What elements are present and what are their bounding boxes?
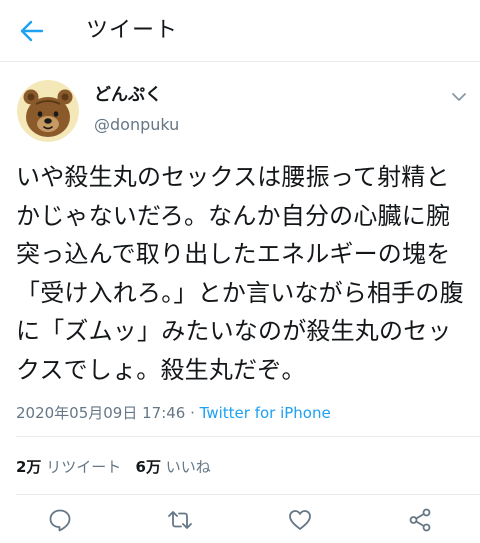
retweet-button[interactable] — [167, 507, 193, 533]
action-bar — [0, 500, 480, 540]
user-handle[interactable]: @donpuku — [94, 114, 179, 136]
avatar[interactable] — [17, 80, 79, 142]
share-icon — [409, 508, 431, 532]
like-icon — [289, 510, 311, 530]
tweet-timestamp[interactable]: 2020年05月09日 17:46 — [16, 404, 185, 422]
retweets-label: リツイート — [46, 458, 122, 476]
likes-count: 6万 — [135, 458, 161, 476]
tweet-stats: 2万 リツイート 6万 いいね — [16, 456, 211, 478]
likes-stat[interactable]: 6万 いいね — [136, 458, 211, 476]
bear-avatar — [17, 80, 79, 142]
tweet-meta: 2020年05月09日 17:46 · Twitter for iPhone — [16, 402, 331, 424]
share-button[interactable] — [407, 507, 433, 533]
divider — [16, 436, 480, 437]
divider — [16, 494, 480, 495]
retweets-stat[interactable]: 2万 リツイート — [16, 458, 121, 476]
display-name[interactable]: どんぷく — [94, 84, 162, 106]
chevron-down-icon — [452, 93, 466, 101]
arrow-left-icon — [20, 20, 44, 42]
like-button[interactable] — [287, 507, 313, 533]
meta-separator: · — [185, 404, 200, 422]
tweet-text: いや殺生丸のセックスは腰振って射精とかじゃないだろ。なんか自分の心臓に腕突っ込ん… — [16, 163, 464, 384]
retweet-icon — [168, 511, 192, 529]
back-button[interactable] — [18, 17, 46, 45]
page-title: ツイート — [86, 18, 179, 43]
likes-label: いいね — [165, 458, 211, 476]
tweet-source-link[interactable]: Twitter for iPhone — [200, 404, 331, 422]
top-bar: ツイート — [0, 0, 480, 62]
retweets-count: 2万 — [16, 458, 42, 476]
reply-icon — [49, 509, 71, 532]
reply-button[interactable] — [47, 507, 73, 533]
more-options-button[interactable] — [448, 86, 470, 108]
